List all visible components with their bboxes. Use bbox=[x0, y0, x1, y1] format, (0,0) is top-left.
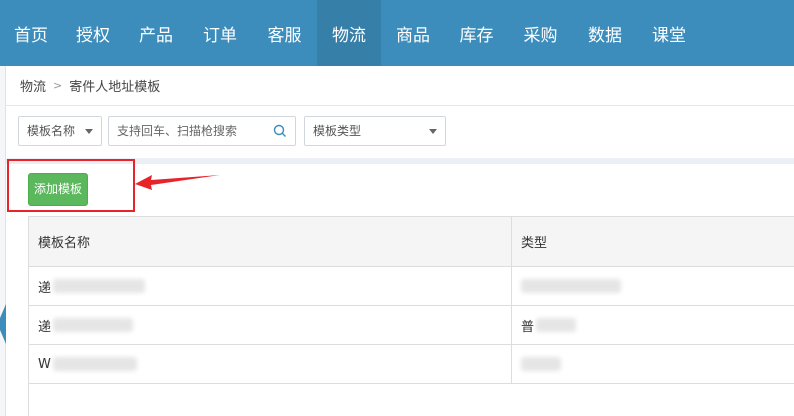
caret-down-icon bbox=[429, 129, 437, 134]
nav-item-data[interactable]: 数据 bbox=[573, 0, 637, 66]
cell-template-name: 递 bbox=[29, 267, 512, 305]
redacted-text bbox=[53, 318, 134, 332]
breadcrumb-current: 寄件人地址模板 bbox=[69, 80, 161, 95]
redacted-text bbox=[536, 318, 577, 332]
redacted-text bbox=[53, 279, 146, 293]
breadcrumb-chevron-icon: > bbox=[53, 79, 63, 92]
redacted-text bbox=[521, 279, 621, 293]
cell-text: 递 bbox=[38, 319, 52, 335]
template-type-select[interactable]: 模板类型 bbox=[304, 116, 446, 146]
redacted-text bbox=[52, 357, 137, 371]
nav-item-logistics[interactable]: 物流 bbox=[317, 0, 381, 66]
highlight-box bbox=[7, 159, 135, 212]
nav-item-products[interactable]: 产品 bbox=[124, 0, 188, 66]
breadcrumb: 物流 > 寄件人地址模板 bbox=[6, 66, 794, 106]
breadcrumb-parent[interactable]: 物流 bbox=[20, 76, 46, 95]
nav-item-goods[interactable]: 商品 bbox=[381, 0, 445, 66]
template-name-select-value: 模板名称 bbox=[27, 124, 76, 138]
template-type-select-value: 模板类型 bbox=[313, 124, 362, 138]
cell-type: 普 bbox=[512, 306, 794, 344]
table-row[interactable]: 递 普 bbox=[29, 306, 794, 345]
search-icon[interactable] bbox=[273, 124, 287, 138]
table-header-row: 模板名称 类型 bbox=[29, 217, 794, 267]
cell-template-name: 递 bbox=[29, 306, 512, 344]
annotation-arrow-icon bbox=[135, 175, 220, 190]
redacted-text bbox=[521, 357, 561, 371]
table-row[interactable]: W bbox=[29, 345, 794, 384]
cell-type bbox=[512, 345, 794, 383]
nav-item-inventory[interactable]: 库存 bbox=[445, 0, 508, 66]
cell-text: W bbox=[38, 356, 51, 372]
column-header-template-name[interactable]: 模板名称 bbox=[29, 217, 512, 266]
template-name-select[interactable]: 模板名称 bbox=[18, 116, 102, 146]
nav-item-customer-service[interactable]: 客服 bbox=[252, 0, 317, 66]
nav-item-orders[interactable]: 订单 bbox=[188, 0, 252, 66]
nav-item-purchasing[interactable]: 采购 bbox=[508, 0, 573, 66]
column-header-type[interactable]: 类型 bbox=[512, 217, 794, 266]
search-input-placeholder: 支持回车、扫描枪搜索 bbox=[117, 124, 238, 138]
top-navigation-bar: 首页 授权 产品 订单 客服 物流 商品 库存 采购 数据 课堂 bbox=[0, 0, 794, 66]
table-row[interactable]: 递 bbox=[29, 267, 794, 306]
cell-template-name: W bbox=[29, 345, 512, 383]
cell-type bbox=[512, 267, 794, 305]
nav-item-authorization[interactable]: 授权 bbox=[62, 0, 124, 66]
nav-item-classroom[interactable]: 课堂 bbox=[637, 0, 701, 66]
nav-item-home[interactable]: 首页 bbox=[0, 0, 62, 66]
cell-text: 递 bbox=[38, 280, 52, 296]
caret-down-icon bbox=[85, 129, 93, 134]
search-input[interactable]: 支持回车、扫描枪搜索 bbox=[108, 116, 296, 146]
filter-bar: 模板名称 支持回车、扫描枪搜索 模板类型 bbox=[6, 106, 794, 158]
cell-text: 普 bbox=[521, 319, 535, 335]
template-table: 模板名称 类型 递 递 普 W bbox=[28, 216, 794, 416]
